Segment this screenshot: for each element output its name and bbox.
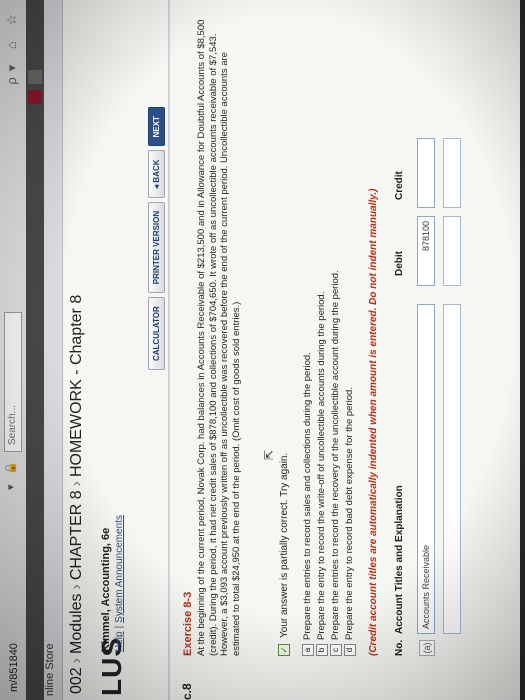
task-letter: a — [302, 644, 314, 656]
task-item: a Prepare the entries to record sales and… — [302, 16, 314, 656]
credit-input[interactable] — [443, 138, 461, 208]
col-account-titles: Account Titles and Explanation — [394, 485, 405, 634]
exercise-title: Exercise 8-3 — [182, 591, 194, 656]
task-text: Prepare the entries to record sales and … — [302, 352, 313, 640]
next-button[interactable]: NEXT — [148, 107, 165, 147]
account-title-input[interactable] — [417, 304, 435, 634]
book-title: Kimmel, Accounting, 6e — [100, 527, 112, 652]
browser-search-input[interactable] — [4, 312, 22, 452]
task-item: b Prepare the entry to record the write-o… — [316, 16, 328, 656]
assignment-buttons: CALCULATOR PRINTER VERSION ◂ BACK NEXT — [148, 107, 165, 370]
debit-input[interactable] — [443, 216, 461, 286]
photo-stage: m/851840 ▾ 🔒 ↻ ρ▾ ⌂ ☆ nline Store 002 › Mo… — [0, 0, 525, 700]
tab-online-store[interactable]: nline Store — [44, 643, 56, 696]
row-letter: (a) — [419, 640, 435, 656]
task-text: Prepare the entry to record bad debt exp… — [344, 387, 355, 640]
breadcrumb-course[interactable]: 002 — [68, 667, 85, 694]
book-links: Help | System Announcements — [114, 515, 125, 652]
task-list: a Prepare the entries to record sales and… — [302, 16, 358, 656]
col-credit: Credit — [394, 171, 405, 200]
journal-row: (a) — [416, 16, 438, 656]
answer-status: ✓ Your answer is partially correct. Try … — [278, 453, 290, 656]
breadcrumb: 002 › Modules › CHAPTER 8 › HOMEWORK - Chapter… — [68, 295, 86, 694]
credit-input[interactable] — [417, 138, 435, 208]
app-icon[interactable] — [28, 90, 42, 104]
status-message: Your answer is partially correct. Try ag… — [278, 452, 290, 638]
task-letter: b — [316, 644, 328, 656]
chevron-right-icon: › — [68, 584, 85, 590]
indent-note: (Credit account titles are automatically… — [368, 188, 379, 656]
col-debit: Debit — [394, 251, 405, 276]
tab-strip — [26, 0, 44, 700]
task-item: c Prepare the entries to record the recov… — [330, 16, 342, 656]
account-title-input[interactable] — [443, 304, 461, 634]
chevron-right-icon: › — [68, 481, 85, 487]
breadcrumb-chapter[interactable]: CHAPTER 8 — [68, 490, 85, 580]
task-letter: c — [330, 644, 342, 656]
col-no: No. — [394, 639, 405, 656]
monitor-screen: m/851840 ▾ 🔒 ↻ ρ▾ ⌂ ☆ nline Store 002 › Mo… — [0, 0, 520, 700]
back-button[interactable]: ◂ BACK — [148, 150, 165, 198]
printer-version-button[interactable]: PRINTER VERSION — [148, 201, 165, 294]
partial-check-icon: ✓ — [278, 644, 290, 656]
home-star-icons[interactable]: ρ▾ ⌂ ☆ — [4, 8, 20, 85]
question-number: c.8 — [180, 683, 194, 700]
task-text: Prepare the entries to record the recove… — [330, 270, 341, 640]
mouse-cursor-icon: ⇱ — [262, 449, 276, 460]
journal-table-header: No. Account Titles and Explanation Debit… — [394, 16, 410, 656]
browser-toolbar: m/851840 ▾ 🔒 ↻ ρ▾ ⌂ ☆ nline Store — [0, 0, 63, 700]
link-separator: | — [114, 625, 125, 629]
task-text: Prepare the entry to record the write-of… — [316, 291, 327, 640]
divider — [168, 0, 170, 700]
debit-input[interactable] — [417, 216, 435, 286]
exercise-text: At the beginning of the current period, … — [196, 19, 242, 656]
task-item: d Prepare the entry to record bad debt ex… — [344, 16, 356, 656]
calculator-button[interactable]: CALCULATOR — [148, 297, 165, 370]
journal-row — [442, 16, 464, 656]
task-letter: d — [344, 644, 356, 656]
chevron-right-icon: › — [68, 657, 85, 664]
system-announcements-link[interactable]: System Announcements — [114, 515, 125, 623]
app-icon-secondary[interactable] — [28, 70, 42, 84]
help-link[interactable]: Help — [114, 631, 125, 652]
address-bar[interactable]: m/851840 — [8, 643, 20, 692]
breadcrumb-modules[interactable]: Modules — [68, 593, 85, 653]
breadcrumb-homework: HOMEWORK - Chapter 8 — [68, 294, 85, 478]
